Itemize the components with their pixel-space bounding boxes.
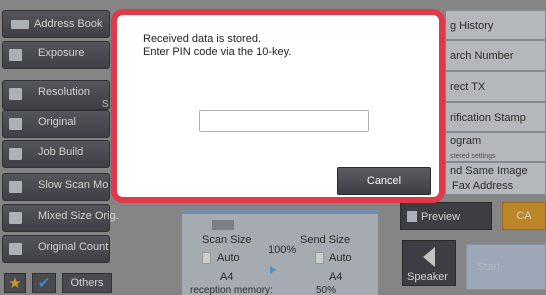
- pin-code-field[interactable]: [199, 110, 369, 132]
- dialog-message-line-1: Received data is stored.: [143, 33, 262, 45]
- dialog-message: Received data is stored. Enter PIN code …: [143, 33, 291, 59]
- cancel-button[interactable]: Cancel: [337, 167, 431, 195]
- dialog-message-line-2: Enter PIN code via the 10-key.: [143, 46, 292, 58]
- pin-dialog: Received data is stored. Enter PIN code …: [111, 9, 445, 203]
